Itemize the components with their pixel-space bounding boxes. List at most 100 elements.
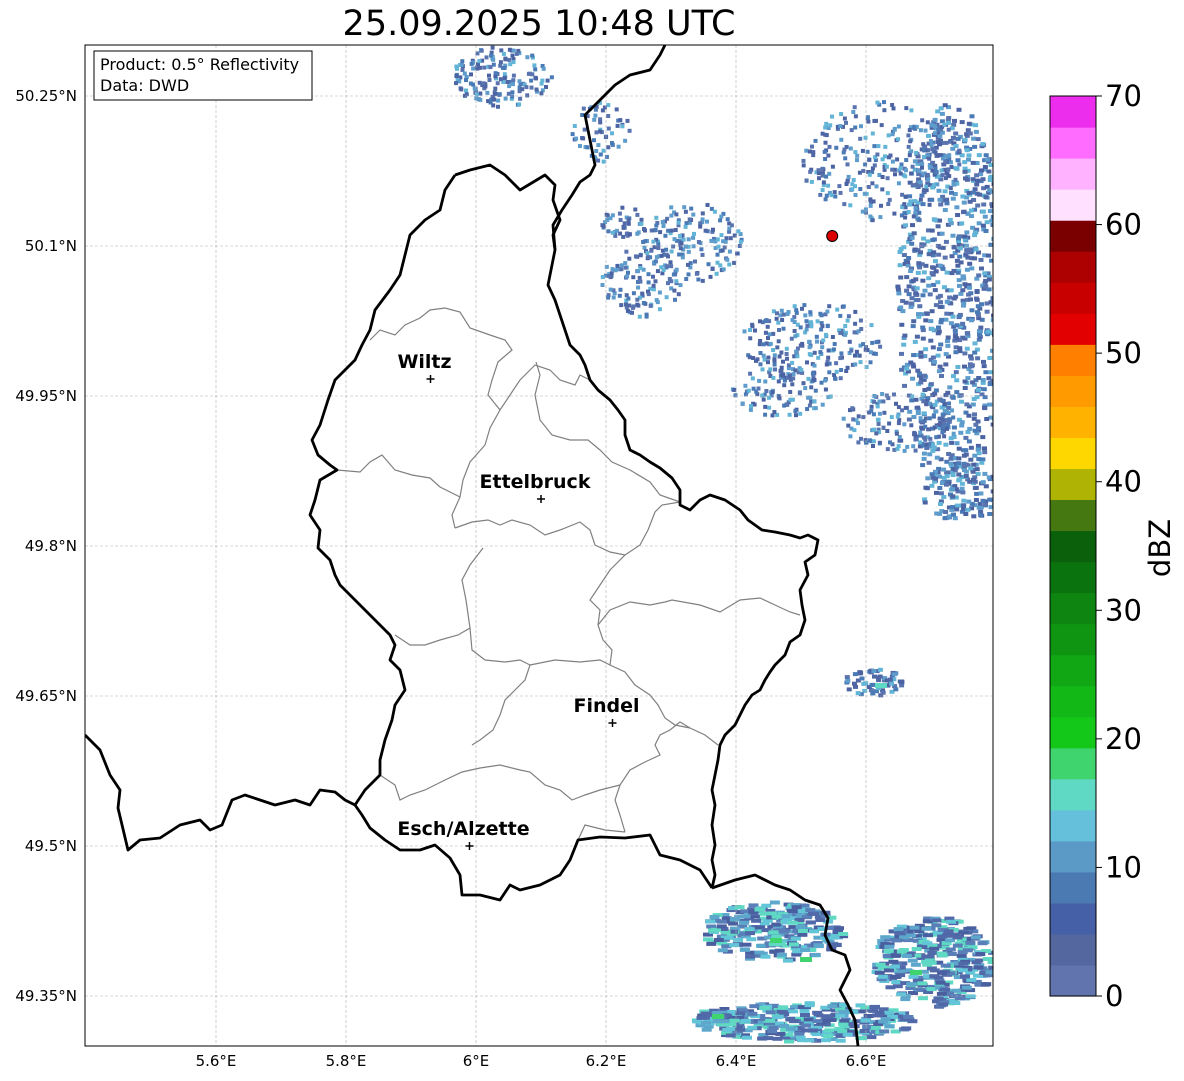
city-ettelbruck: Ettelbruck <box>480 471 591 503</box>
echo-cell <box>459 62 464 67</box>
echo-cell <box>961 209 967 214</box>
echo-cell <box>937 397 942 402</box>
echo-cell <box>763 330 768 335</box>
echo-cell <box>870 218 875 223</box>
echo-cell <box>960 321 966 326</box>
echo-cell <box>994 488 999 492</box>
echo-cell <box>783 958 793 963</box>
echo-cell <box>815 319 820 324</box>
echo-cell <box>931 413 936 418</box>
echo-cell <box>596 158 601 163</box>
echo-cell <box>969 266 975 271</box>
echo-cell <box>774 948 785 953</box>
echo-cell <box>460 59 465 64</box>
echo-cell <box>968 208 974 213</box>
echo-cell <box>926 276 932 281</box>
colorbar-segment <box>1050 716 1096 749</box>
echo-cell <box>633 207 638 212</box>
echo-cell <box>895 414 900 419</box>
echo-cell <box>971 514 977 519</box>
echo-cell <box>911 231 917 236</box>
echo-cell <box>880 935 891 940</box>
echo-cell <box>972 144 978 149</box>
echo-cell <box>820 402 825 407</box>
echo-cell <box>876 422 881 426</box>
echo-cell <box>934 455 940 460</box>
echo-cell <box>874 340 879 345</box>
echo-cell <box>878 215 883 220</box>
echo-cell <box>458 86 463 91</box>
echo-cell <box>942 516 948 521</box>
echo-cell <box>844 369 849 373</box>
echo-cell <box>508 62 513 67</box>
echo-cell <box>971 477 976 482</box>
echo-cell <box>984 220 990 225</box>
echo-cell <box>503 96 508 101</box>
echo-cell <box>947 385 953 390</box>
echo-cell <box>982 214 988 219</box>
echo-cell <box>815 339 819 344</box>
colorbar-tick-label: 40 <box>1105 465 1142 499</box>
echo-cell <box>793 409 798 414</box>
echo-cell <box>511 78 516 83</box>
echo-cell <box>751 918 762 923</box>
echo-cell <box>906 284 912 289</box>
echo-cell <box>801 163 806 168</box>
echo-cell <box>530 53 535 58</box>
echo-cell <box>793 334 798 339</box>
lon-tick-label: 5.8°E <box>326 1052 367 1070</box>
echo-cell <box>971 397 977 401</box>
echo-cell <box>866 1035 877 1040</box>
echo-cell <box>970 402 976 407</box>
echo-cell <box>804 178 809 183</box>
echo-cell <box>683 244 688 249</box>
echo-cell <box>657 307 662 312</box>
echo-cell <box>942 122 947 127</box>
echo-cell <box>976 457 982 462</box>
echo-cell <box>820 173 825 178</box>
echo-cell <box>916 312 921 317</box>
echo-cell <box>798 929 808 933</box>
echo-cell <box>611 295 616 300</box>
echo-cell <box>683 209 688 214</box>
echo-cell <box>850 182 855 187</box>
echo-cell <box>918 416 923 421</box>
echo-cell <box>888 440 892 445</box>
colorbar-segment <box>1050 592 1096 625</box>
echo-cell <box>790 382 795 387</box>
echo-cell <box>610 131 614 136</box>
echo-cell <box>705 203 710 207</box>
lat-tick-label: 50.1°N <box>25 237 77 255</box>
echo-cell <box>954 390 960 395</box>
echo-cell <box>764 389 769 393</box>
echo-cell <box>947 217 953 222</box>
echo-cell <box>606 114 611 118</box>
echo-cell <box>876 678 882 683</box>
echo-cell <box>887 197 892 202</box>
echo-cell <box>933 996 944 1001</box>
colorbar-tick-label: 0 <box>1105 979 1123 1013</box>
echo-cell <box>805 323 810 328</box>
echo-cell <box>627 128 632 133</box>
echo-cell <box>732 260 737 265</box>
echo-cell <box>604 154 609 159</box>
echo-cell <box>870 691 876 696</box>
echo-cell <box>947 295 953 300</box>
echo-cell <box>735 1027 746 1032</box>
echo-cell <box>852 330 857 335</box>
echo-cell <box>924 184 929 189</box>
echo-cell <box>937 970 948 975</box>
echo-cell <box>898 275 904 280</box>
echo-cell <box>635 212 640 217</box>
echo-cell <box>956 236 962 241</box>
echo-cell <box>926 386 932 391</box>
echo-cell <box>857 671 863 676</box>
echo-cell <box>919 193 925 198</box>
echo-cell <box>986 253 991 258</box>
echo-cell <box>833 376 838 381</box>
echo-cell <box>923 347 929 352</box>
echo-cell <box>766 360 770 365</box>
echo-cell <box>598 120 603 125</box>
echo-cell <box>873 351 878 356</box>
echo-cell <box>937 953 948 958</box>
